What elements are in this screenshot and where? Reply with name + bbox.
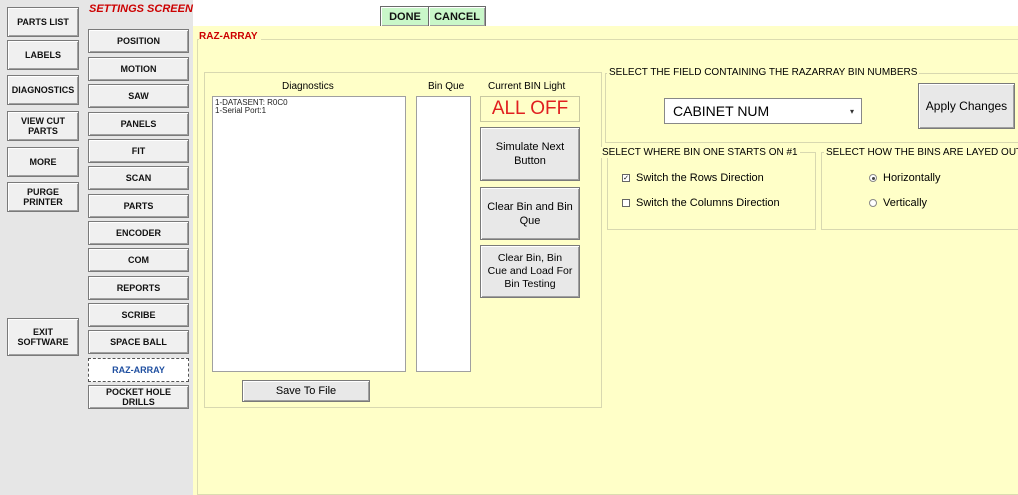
columns-direction-label: Switch the Columns Direction bbox=[636, 197, 780, 209]
bin-que-list[interactable] bbox=[416, 96, 471, 372]
field-select-value: CABINET NUM bbox=[673, 103, 770, 119]
nav-motion[interactable]: MOTION bbox=[88, 57, 189, 81]
bin-layout-title: SELECT HOW THE BINS ARE LAYED OUT bbox=[824, 147, 1018, 158]
bin-start-group bbox=[607, 152, 816, 230]
nav-space-ball[interactable]: SPACE BALL bbox=[88, 330, 189, 354]
nav-pocket-hole-drills[interactable]: POCKET HOLE DRILLS bbox=[88, 385, 189, 409]
clear-bin-button[interactable]: Clear Bin and Bin Que bbox=[480, 187, 580, 240]
rows-direction-label: Switch the Rows Direction bbox=[636, 172, 764, 184]
bin-layout-group bbox=[821, 152, 1018, 230]
purge-printer-button[interactable]: PURGE PRINTER bbox=[7, 182, 79, 212]
more-button[interactable]: MORE bbox=[7, 147, 79, 177]
nav-position[interactable]: POSITION bbox=[88, 29, 189, 53]
radio-selected-icon bbox=[869, 174, 877, 182]
nav-reports[interactable]: REPORTS bbox=[88, 276, 189, 300]
field-select-title: SELECT THE FIELD CONTAINING THE RAZARRAY… bbox=[607, 67, 920, 78]
save-to-file-button[interactable]: Save To File bbox=[242, 380, 370, 402]
nav-parts[interactable]: PARTS bbox=[88, 194, 189, 218]
bin-start-title: SELECT WHERE BIN ONE STARTS ON #1 bbox=[600, 147, 800, 158]
diagnostics-button[interactable]: DIAGNOSTICS bbox=[7, 75, 79, 105]
labels-button[interactable]: LABELS bbox=[7, 40, 79, 70]
cancel-button[interactable]: CANCEL bbox=[428, 6, 486, 27]
nav-scribe[interactable]: SCRIBE bbox=[88, 303, 189, 327]
nav-encoder[interactable]: ENCODER bbox=[88, 221, 189, 245]
rows-direction-option[interactable]: ✓ Switch the Rows Direction bbox=[622, 172, 764, 184]
vertically-label: Vertically bbox=[883, 197, 928, 209]
nav-saw[interactable]: SAW bbox=[88, 84, 189, 108]
simulate-next-button[interactable]: Simulate Next Button bbox=[480, 127, 580, 181]
checkbox-checked-icon: ✓ bbox=[622, 174, 630, 182]
view-cut-parts-button[interactable]: VIEW CUT PARTS bbox=[7, 111, 79, 141]
vertically-option[interactable]: Vertically bbox=[869, 197, 927, 209]
bin-que-label: Bin Que bbox=[428, 81, 465, 92]
nav-com[interactable]: COM bbox=[88, 248, 189, 272]
radio-unselected-icon bbox=[869, 199, 877, 207]
field-select-dropdown[interactable]: CABINET NUM ▾ bbox=[664, 98, 862, 124]
nav-panels[interactable]: PANELS bbox=[88, 112, 189, 136]
settings-title: SETTINGS SCREEN bbox=[89, 3, 193, 15]
done-button[interactable]: DONE bbox=[380, 6, 430, 27]
chevron-down-icon: ▾ bbox=[849, 106, 854, 116]
nav-fit[interactable]: FIT bbox=[88, 139, 189, 163]
current-bin-label: Current BIN Light bbox=[488, 81, 566, 92]
horizontally-label: Horizontally bbox=[883, 172, 941, 184]
checkbox-unchecked-icon bbox=[622, 199, 630, 207]
clear-bin-testing-button[interactable]: Clear Bin, Bin Cue and Load For Bin Test… bbox=[480, 245, 580, 298]
exit-software-button[interactable]: EXIT SOFTWARE bbox=[7, 318, 79, 356]
nav-scan[interactable]: SCAN bbox=[88, 166, 189, 190]
panel-title: RAZ-ARRAY bbox=[199, 31, 261, 42]
apply-changes-button[interactable]: Apply Changes bbox=[918, 83, 1015, 129]
diagnostics-list[interactable]: 1-DATASENT: R0C0 1-Serial Port:1 bbox=[212, 96, 406, 372]
horizontally-option[interactable]: Horizontally bbox=[869, 172, 940, 184]
nav-raz-array[interactable]: RAZ-ARRAY bbox=[88, 358, 189, 382]
diagnostics-label: Diagnostics bbox=[282, 81, 334, 92]
parts-list-button[interactable]: PARTS LIST bbox=[7, 7, 79, 37]
diagnostics-line: 1-Serial Port:1 bbox=[215, 106, 267, 115]
current-bin-value: ALL OFF bbox=[480, 96, 580, 122]
columns-direction-option[interactable]: Switch the Columns Direction bbox=[622, 197, 780, 209]
